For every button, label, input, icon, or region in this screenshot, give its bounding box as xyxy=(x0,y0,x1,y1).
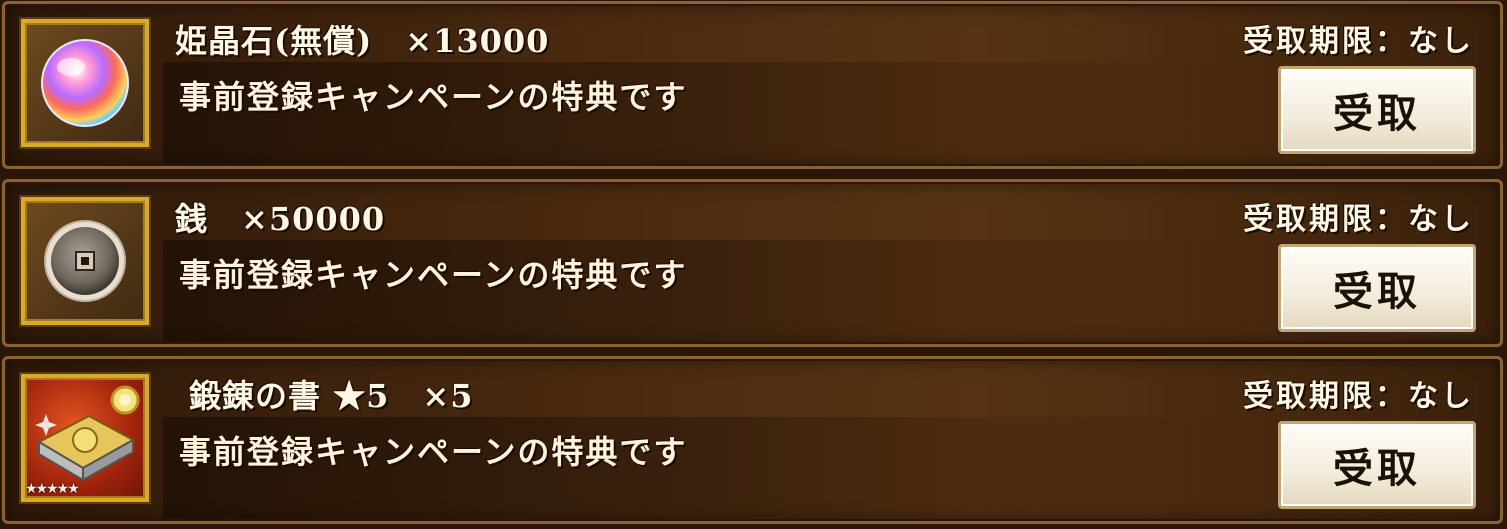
rainbow-orb-icon xyxy=(41,39,129,127)
deadline-label: 受取期限：なし xyxy=(1243,379,1474,414)
item-name: 鍛錬の書 ★5 ×5 xyxy=(189,377,474,415)
reward-list: 姫晶石(無償) ×13000 事前登録キャンペーンの特典です 受取期限：なし 受… xyxy=(0,0,1507,529)
reward-row: ★★★★★ 鍛錬の書 ★5 ×5 事前登録キャンペーンの特典です 受取期限：なし… xyxy=(2,356,1503,524)
item-name: 姫晶石(無償) ×13000 xyxy=(175,22,550,60)
reward-row: 銭 ×50000 事前登録キャンペーンの特典です 受取期限：なし 受取 xyxy=(2,179,1503,347)
deadline-label: 受取期限：なし xyxy=(1243,202,1474,237)
receive-button[interactable]: 受取 xyxy=(1278,244,1476,332)
reward-row: 姫晶石(無償) ×13000 事前登録キャンペーンの特典です 受取期限：なし 受… xyxy=(2,1,1503,169)
item-description: 事前登録キャンペーンの特典です xyxy=(179,433,688,471)
item-description: 事前登録キャンペーンの特典です xyxy=(179,78,688,116)
item-thumbnail xyxy=(21,19,149,147)
item-thumbnail: ★★★★★ xyxy=(21,374,149,502)
star-rating: ★★★★★ xyxy=(25,481,80,497)
item-name: 銭 ×50000 xyxy=(175,200,386,238)
receive-button[interactable]: 受取 xyxy=(1278,421,1476,509)
training-book-icon xyxy=(35,385,140,482)
receive-button[interactable]: 受取 xyxy=(1278,66,1476,154)
deadline-label: 受取期限：なし xyxy=(1243,24,1474,59)
coin-icon xyxy=(44,220,126,302)
item-description: 事前登録キャンペーンの特典です xyxy=(179,256,688,294)
item-thumbnail xyxy=(21,197,149,325)
